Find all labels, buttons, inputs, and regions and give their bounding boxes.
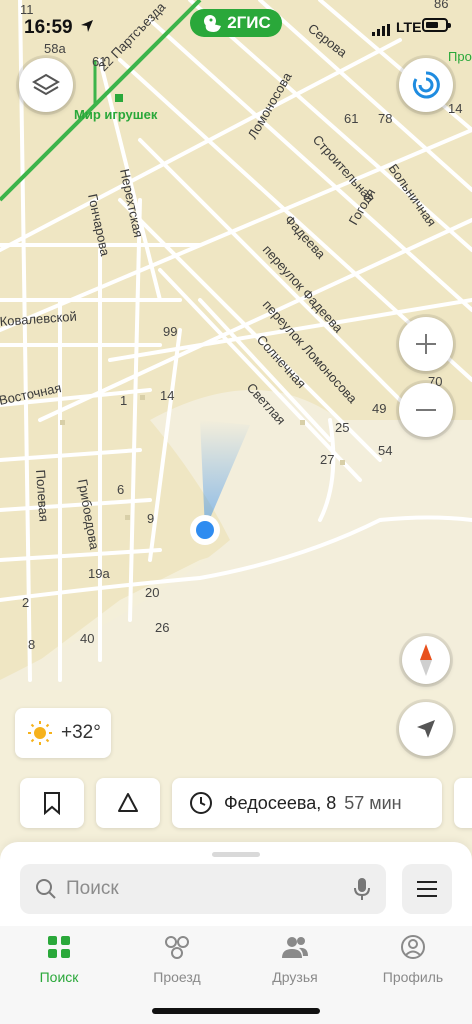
recent-place-name: Федосеева, 8 — [224, 792, 337, 813]
tab-label-route: Проезд — [153, 969, 201, 985]
location-arrow-icon — [81, 20, 93, 32]
search-placeholder: Поиск — [66, 878, 119, 899]
tab-label-search: Поиск — [39, 969, 79, 985]
north-compass-button[interactable] — [402, 636, 450, 684]
svg-text:49: 49 — [372, 401, 386, 416]
zoom-in-button[interactable] — [399, 317, 453, 371]
navigation-arrow-icon — [417, 720, 435, 738]
svg-text:25: 25 — [335, 420, 349, 435]
svg-text:14: 14 — [160, 388, 174, 403]
tab-profile[interactable]: Профиль — [354, 930, 472, 990]
temperature: +32° — [61, 722, 101, 743]
home-indicator — [152, 1008, 320, 1014]
triangle-route-icon — [118, 793, 138, 812]
brand-badge: 2ГИС — [190, 9, 282, 37]
tab-label-friends: Друзья — [272, 969, 318, 985]
svg-text:27: 27 — [320, 452, 334, 467]
plus-icon — [416, 334, 436, 354]
layers-button[interactable] — [19, 58, 73, 112]
svg-text:14: 14 — [448, 101, 462, 116]
svg-text:26: 26 — [155, 620, 169, 635]
friends-icon — [282, 937, 308, 958]
svg-text:Мир игрушек: Мир игрушек — [74, 107, 158, 122]
recent-place-eta: 57 мин — [344, 792, 402, 813]
brand-name: 2ГИС — [227, 13, 271, 32]
tab-route[interactable]: Проезд — [118, 930, 236, 990]
svg-text:2: 2 — [22, 595, 29, 610]
svg-text:99: 99 — [163, 324, 177, 339]
menu-button[interactable] — [402, 864, 452, 914]
recent-destination-chip[interactable]: Федосеева, 8 57 мин — [172, 778, 442, 828]
svg-text:6: 6 — [117, 482, 124, 497]
search-icon — [36, 879, 56, 899]
svg-text:61: 61 — [344, 111, 358, 126]
svg-text:54: 54 — [378, 443, 392, 458]
svg-text:9: 9 — [147, 511, 154, 526]
bookmarks-button[interactable] — [20, 778, 84, 828]
search-bar[interactable]: Поиск — [20, 864, 386, 914]
grid-icon — [48, 936, 70, 958]
svg-text:61: 61 — [92, 54, 106, 69]
layers-icon — [32, 73, 60, 96]
bird-logo-icon — [204, 15, 222, 32]
tab-friends[interactable]: Друзья — [236, 930, 354, 990]
svg-text:8: 8 — [28, 637, 35, 652]
routes-button[interactable] — [96, 778, 160, 828]
profile-icon — [401, 935, 425, 959]
network-type: LTE — [396, 19, 422, 35]
svg-text:20: 20 — [145, 585, 159, 600]
minus-icon — [416, 409, 436, 411]
svg-text:1: 1 — [120, 393, 127, 408]
svg-text:40: 40 — [80, 631, 94, 646]
status-time: 16:59 — [24, 17, 73, 38]
bookmark-icon — [44, 792, 60, 815]
svg-text:19а: 19а — [88, 566, 110, 581]
weather-chip[interactable]: +32° — [15, 708, 111, 758]
north-arrow-icon — [420, 644, 432, 676]
tab-label-profile: Профиль — [382, 969, 444, 985]
hamburger-icon — [417, 881, 437, 897]
sun-icon — [28, 721, 52, 745]
clock-icon — [190, 792, 212, 814]
svg-text:78: 78 — [378, 111, 392, 126]
battery-icon — [422, 18, 451, 32]
next-shortcut-chip[interactable] — [454, 778, 472, 828]
signal-icon — [372, 24, 390, 36]
tab-search[interactable]: Поиск — [0, 930, 118, 990]
route-icon — [165, 936, 189, 959]
zoom-out-button[interactable] — [399, 383, 453, 437]
sheet-grabber[interactable] — [212, 852, 260, 857]
microphone-icon[interactable] — [352, 876, 372, 902]
my-location-button[interactable] — [399, 702, 453, 756]
compass-icon — [412, 71, 440, 99]
compass-button[interactable] — [399, 58, 453, 112]
